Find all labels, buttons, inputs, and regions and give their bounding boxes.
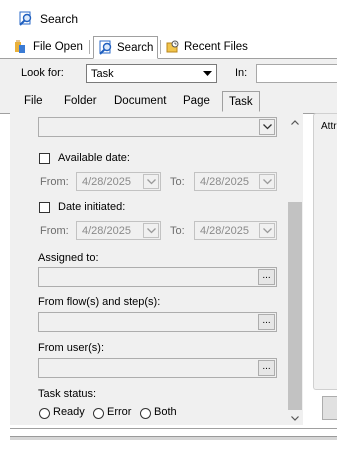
tab-separator [89, 40, 90, 54]
top-combo[interactable] [38, 117, 277, 137]
status-both-label: Both [154, 406, 177, 418]
file-open-icon [14, 40, 30, 54]
tab-label: File Open [33, 40, 83, 53]
chevron-down-icon [200, 66, 215, 81]
chevron-down-icon [143, 174, 159, 189]
look-for-value: Task [91, 68, 114, 80]
from-flows-label: From flow(s) and step(s): [38, 296, 161, 308]
browse-button[interactable]: ... [258, 360, 275, 376]
date-initiated-label: Date initiated: [58, 201, 126, 213]
available-from-date[interactable]: 4/28/2025 [76, 172, 161, 191]
in-input[interactable] [256, 64, 337, 83]
assigned-to-label: Assigned to: [38, 252, 99, 264]
look-for-select[interactable]: Task [86, 64, 217, 83]
tab-document[interactable]: Document [114, 95, 166, 107]
status-error-radio[interactable] [93, 408, 104, 419]
tab-label: Recent Files [184, 40, 248, 53]
browse-button[interactable]: ... [258, 269, 275, 285]
title-bar: Search [0, 0, 337, 36]
status-both-radio[interactable] [140, 408, 151, 419]
look-for-label: Look for: [21, 67, 64, 79]
date-value: 4/28/2025 [200, 225, 249, 237]
available-to-label: To: [170, 176, 185, 188]
divider [10, 428, 337, 429]
scrollbar-thumb[interactable] [288, 202, 302, 410]
chevron-down-icon [259, 223, 275, 238]
results-area [0, 440, 337, 455]
recent-files-icon [165, 40, 181, 54]
initiated-to-label: To: [170, 225, 185, 237]
tab-folder[interactable]: Folder [64, 95, 97, 107]
tab-task[interactable]: Task [222, 91, 260, 112]
tab-file[interactable]: File [24, 95, 43, 107]
chevron-down-icon [259, 119, 275, 135]
look-for-row: Look for: Task In: [0, 59, 337, 89]
assigned-to-field[interactable]: ... [38, 267, 277, 287]
status-ready-radio[interactable] [39, 408, 50, 419]
status-error-label: Error [107, 406, 132, 418]
initiated-from-label: From: [40, 225, 69, 237]
tab-label: Search [117, 41, 154, 54]
initiated-from-date[interactable]: 4/28/2025 [76, 221, 161, 240]
from-users-label: From user(s): [38, 342, 104, 354]
scroll-down-icon[interactable] [287, 410, 303, 426]
attributes-group [313, 113, 337, 390]
window-title: Search [40, 12, 79, 26]
available-to-date[interactable]: 4/28/2025 [194, 172, 277, 191]
scroll-up-icon[interactable] [287, 114, 303, 130]
tab-search[interactable]: Search [93, 36, 159, 59]
date-value: 4/28/2025 [200, 176, 249, 188]
tab-file-open[interactable]: File Open [14, 36, 83, 57]
date-value: 4/28/2025 [82, 225, 131, 237]
available-date-label: Available date: [58, 152, 130, 164]
tab-recent-files[interactable]: Recent Files [165, 36, 248, 57]
date-value: 4/28/2025 [82, 176, 131, 188]
available-date-checkbox[interactable] [39, 153, 50, 164]
search-icon [98, 40, 114, 56]
initiated-to-date[interactable]: 4/28/2025 [194, 221, 277, 240]
chevron-down-icon [143, 223, 159, 238]
sub-tabs: File Folder Document Page Task [0, 89, 337, 114]
status-ready-label: Ready [53, 406, 85, 418]
in-label: In: [235, 67, 248, 79]
task-status-label: Task status: [38, 388, 97, 400]
date-initiated-checkbox[interactable] [39, 202, 50, 213]
right-button[interactable] [322, 396, 337, 420]
from-users-field[interactable]: ... [38, 358, 277, 378]
browse-button[interactable]: ... [258, 314, 275, 330]
chevron-down-icon [259, 174, 275, 189]
tab-separator [160, 40, 161, 54]
available-from-label: From: [40, 176, 69, 188]
tool-tabs: File Open Search Recent Files [0, 36, 337, 59]
attributes-label: Attr [321, 121, 337, 132]
search-icon [18, 11, 34, 27]
from-flows-field[interactable]: ... [38, 312, 277, 332]
tab-page[interactable]: Page [183, 95, 210, 107]
